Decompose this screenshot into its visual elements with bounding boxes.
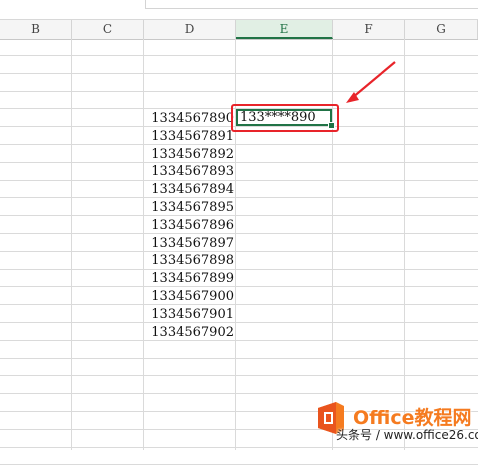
watermark-subtitle: 头条号 / www.office26.com — [336, 428, 478, 442]
annotation-arrow — [346, 61, 396, 103]
watermark: Office教程网 头条号 / www.office26.com — [312, 395, 478, 450]
